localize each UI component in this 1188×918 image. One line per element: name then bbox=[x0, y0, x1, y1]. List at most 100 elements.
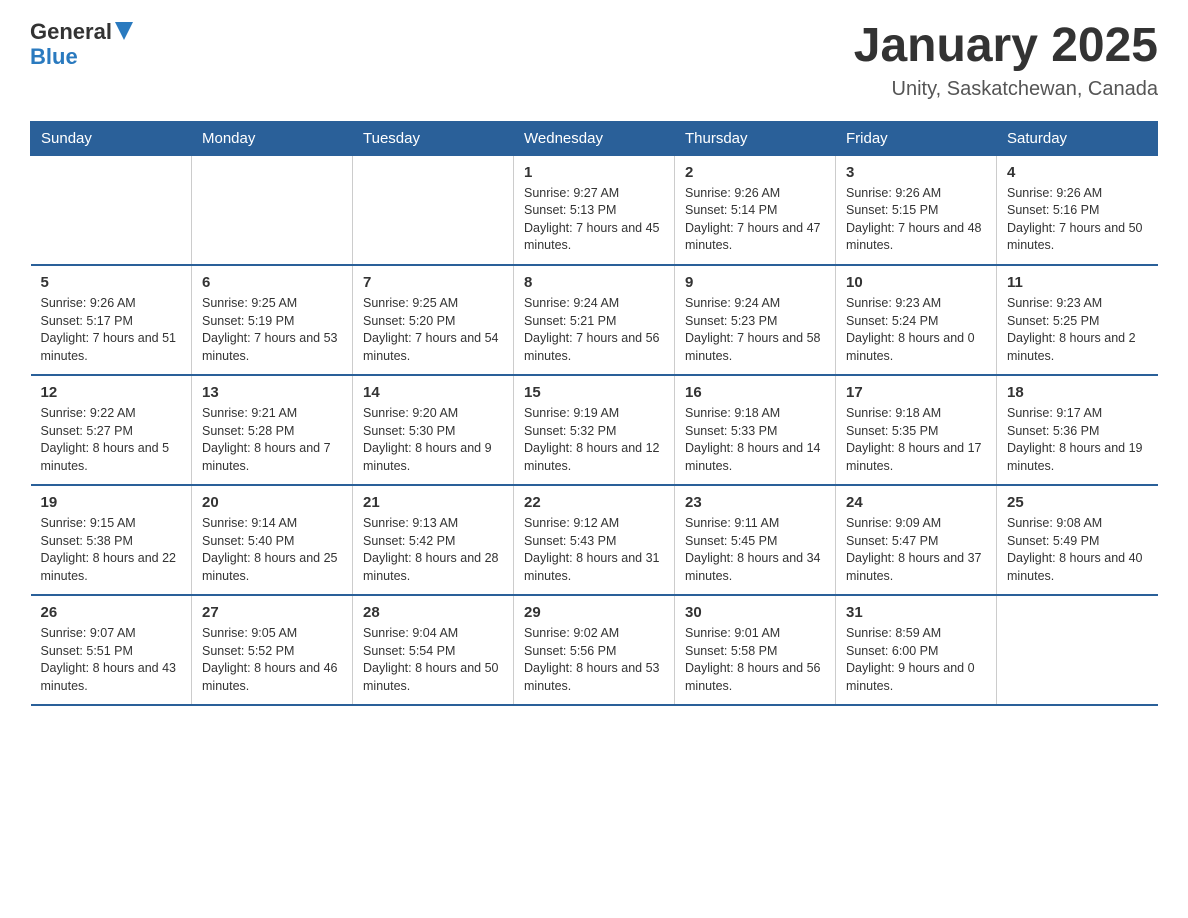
weekday-header-saturday: Saturday bbox=[997, 121, 1158, 155]
calendar-title: January 2025 bbox=[854, 20, 1158, 73]
calendar-table: SundayMondayTuesdayWednesdayThursdayFrid… bbox=[30, 121, 1158, 707]
day-cell-11: 11Sunrise: 9:23 AM Sunset: 5:25 PM Dayli… bbox=[997, 265, 1158, 375]
day-number-29: 29 bbox=[524, 604, 664, 621]
day-cell-21: 21Sunrise: 9:13 AM Sunset: 5:42 PM Dayli… bbox=[353, 485, 514, 595]
calendar-subtitle: Unity, Saskatchewan, Canada bbox=[854, 78, 1158, 101]
day-info-26: Sunrise: 9:07 AM Sunset: 5:51 PM Dayligh… bbox=[41, 625, 182, 695]
day-number-20: 20 bbox=[202, 494, 342, 511]
week-row-3: 12 Sunrise: 9:22 AM Sunset: 5:27 PM Dayli… bbox=[31, 375, 1158, 485]
day-info-7: Sunrise: 9:25 AM Sunset: 5:20 PM Dayligh… bbox=[363, 295, 503, 365]
day-number-7: 7 bbox=[363, 274, 503, 291]
day-number-12: 12 bbox=[41, 384, 182, 401]
day-number-19: 19 bbox=[41, 494, 182, 511]
logo-triangle-icon bbox=[115, 22, 133, 40]
day-number-3: 3 bbox=[846, 164, 986, 181]
day-info-8: Sunrise: 9:24 AM Sunset: 5:21 PM Dayligh… bbox=[524, 295, 664, 365]
weekday-header-tuesday: Tuesday bbox=[353, 121, 514, 155]
day-info-29: Sunrise: 9:02 AM Sunset: 5:56 PM Dayligh… bbox=[524, 625, 664, 695]
day-info-10: Sunrise: 9:23 AM Sunset: 5:24 PM Dayligh… bbox=[846, 295, 986, 365]
day-number-14: 14 bbox=[363, 384, 503, 401]
day-info-31: Sunrise: 8:59 AM Sunset: 6:00 PM Dayligh… bbox=[846, 625, 986, 695]
day-cell-20: 20 Sunrise: 9:14 AM Sunset: 5:40 PM Dayli… bbox=[192, 485, 353, 595]
weekday-header-sunday: Sunday bbox=[31, 121, 192, 155]
week-row-1: 1 Sunrise: 9:27 AM Sunset: 5:13 PM Daylig… bbox=[31, 155, 1158, 265]
day-number-13: 13 bbox=[202, 384, 342, 401]
weekday-header-row: SundayMondayTuesdayWednesdayThursdayFrid… bbox=[31, 121, 1158, 155]
day-cell-19: 19Sunrise: 9:15 AM Sunset: 5:38 PM Dayli… bbox=[31, 485, 192, 595]
day-number-28: 28 bbox=[363, 604, 503, 621]
day-info-30: Sunrise: 9:01 AM Sunset: 5:58 PM Dayligh… bbox=[685, 625, 825, 695]
day-info-18: Sunrise: 9:17 AM Sunset: 5:36 PM Dayligh… bbox=[1007, 405, 1148, 475]
day-cell-31: 31Sunrise: 8:59 AM Sunset: 6:00 PM Dayli… bbox=[836, 595, 997, 705]
day-number-27: 27 bbox=[202, 604, 342, 621]
page-header: General Blue January 2025 Unity, Saskatc… bbox=[30, 20, 1158, 101]
day-number-16: 16 bbox=[685, 384, 825, 401]
day-number-1: 1 bbox=[524, 164, 664, 181]
day-number-18: 18 bbox=[1007, 384, 1148, 401]
day-cell-25: 25Sunrise: 9:08 AM Sunset: 5:49 PM Dayli… bbox=[997, 485, 1158, 595]
day-cell-5: 5 Sunrise: 9:26 AM Sunset: 5:17 PM Daylig… bbox=[31, 265, 192, 375]
empty-cell bbox=[192, 155, 353, 265]
day-cell-13: 13Sunrise: 9:21 AM Sunset: 5:28 PM Dayli… bbox=[192, 375, 353, 485]
day-info-2: Sunrise: 9:26 AM Sunset: 5:14 PM Dayligh… bbox=[685, 185, 825, 255]
logo-blue: Blue bbox=[30, 44, 78, 69]
day-number-5: 5 bbox=[41, 274, 182, 291]
week-row-5: 26 Sunrise: 9:07 AM Sunset: 5:51 PM Dayli… bbox=[31, 595, 1158, 705]
day-cell-30: 30 Sunrise: 9:01 AM Sunset: 5:58 PM Dayli… bbox=[675, 595, 836, 705]
empty-cell bbox=[997, 595, 1158, 705]
day-info-25: Sunrise: 9:08 AM Sunset: 5:49 PM Dayligh… bbox=[1007, 515, 1148, 585]
calendar-header: SundayMondayTuesdayWednesdayThursdayFrid… bbox=[31, 121, 1158, 155]
day-cell-15: 15 Sunrise: 9:19 AM Sunset: 5:32 PM Dayli… bbox=[514, 375, 675, 485]
day-info-14: Sunrise: 9:20 AM Sunset: 5:30 PM Dayligh… bbox=[363, 405, 503, 475]
day-info-3: Sunrise: 9:26 AM Sunset: 5:15 PM Dayligh… bbox=[846, 185, 986, 255]
day-number-30: 30 bbox=[685, 604, 825, 621]
day-cell-3: 3 Sunrise: 9:26 AM Sunset: 5:15 PM Daylig… bbox=[836, 155, 997, 265]
day-cell-17: 17Sunrise: 9:18 AM Sunset: 5:35 PM Dayli… bbox=[836, 375, 997, 485]
day-info-22: Sunrise: 9:12 AM Sunset: 5:43 PM Dayligh… bbox=[524, 515, 664, 585]
logo-general: General bbox=[30, 20, 112, 44]
day-number-22: 22 bbox=[524, 494, 664, 511]
day-info-12: Sunrise: 9:22 AM Sunset: 5:27 PM Dayligh… bbox=[41, 405, 182, 475]
day-info-6: Sunrise: 9:25 AM Sunset: 5:19 PM Dayligh… bbox=[202, 295, 342, 365]
day-number-10: 10 bbox=[846, 274, 986, 291]
empty-cell bbox=[31, 155, 192, 265]
weekday-header-thursday: Thursday bbox=[675, 121, 836, 155]
weekday-header-wednesday: Wednesday bbox=[514, 121, 675, 155]
day-cell-28: 28 Sunrise: 9:04 AM Sunset: 5:54 PM Dayli… bbox=[353, 595, 514, 705]
day-number-6: 6 bbox=[202, 274, 342, 291]
day-number-23: 23 bbox=[685, 494, 825, 511]
day-cell-18: 18 Sunrise: 9:17 AM Sunset: 5:36 PM Dayli… bbox=[997, 375, 1158, 485]
day-cell-4: 4Sunrise: 9:26 AM Sunset: 5:16 PM Daylig… bbox=[997, 155, 1158, 265]
day-number-8: 8 bbox=[524, 274, 664, 291]
day-cell-7: 7 Sunrise: 9:25 AM Sunset: 5:20 PM Daylig… bbox=[353, 265, 514, 375]
day-cell-22: 22 Sunrise: 9:12 AM Sunset: 5:43 PM Dayli… bbox=[514, 485, 675, 595]
day-number-4: 4 bbox=[1007, 164, 1148, 181]
day-number-15: 15 bbox=[524, 384, 664, 401]
day-info-9: Sunrise: 9:24 AM Sunset: 5:23 PM Dayligh… bbox=[685, 295, 825, 365]
day-number-2: 2 bbox=[685, 164, 825, 181]
empty-cell bbox=[353, 155, 514, 265]
day-cell-14: 14 Sunrise: 9:20 AM Sunset: 5:30 PM Dayli… bbox=[353, 375, 514, 485]
day-info-5: Sunrise: 9:26 AM Sunset: 5:17 PM Dayligh… bbox=[41, 295, 182, 365]
day-info-17: Sunrise: 9:18 AM Sunset: 5:35 PM Dayligh… bbox=[846, 405, 986, 475]
title-section: January 2025 Unity, Saskatchewan, Canada bbox=[854, 20, 1158, 101]
day-info-1: Sunrise: 9:27 AM Sunset: 5:13 PM Dayligh… bbox=[524, 185, 664, 255]
day-info-24: Sunrise: 9:09 AM Sunset: 5:47 PM Dayligh… bbox=[846, 515, 986, 585]
day-cell-9: 9 Sunrise: 9:24 AM Sunset: 5:23 PM Daylig… bbox=[675, 265, 836, 375]
day-info-15: Sunrise: 9:19 AM Sunset: 5:32 PM Dayligh… bbox=[524, 405, 664, 475]
day-info-11: Sunrise: 9:23 AM Sunset: 5:25 PM Dayligh… bbox=[1007, 295, 1148, 365]
day-number-24: 24 bbox=[846, 494, 986, 511]
logo: General Blue bbox=[30, 20, 133, 69]
day-number-26: 26 bbox=[41, 604, 182, 621]
day-info-20: Sunrise: 9:14 AM Sunset: 5:40 PM Dayligh… bbox=[202, 515, 342, 585]
week-row-4: 19Sunrise: 9:15 AM Sunset: 5:38 PM Dayli… bbox=[31, 485, 1158, 595]
weekday-header-friday: Friday bbox=[836, 121, 997, 155]
day-number-9: 9 bbox=[685, 274, 825, 291]
day-info-27: Sunrise: 9:05 AM Sunset: 5:52 PM Dayligh… bbox=[202, 625, 342, 695]
day-cell-10: 10 Sunrise: 9:23 AM Sunset: 5:24 PM Dayli… bbox=[836, 265, 997, 375]
day-info-28: Sunrise: 9:04 AM Sunset: 5:54 PM Dayligh… bbox=[363, 625, 503, 695]
day-cell-16: 16Sunrise: 9:18 AM Sunset: 5:33 PM Dayli… bbox=[675, 375, 836, 485]
day-cell-6: 6 Sunrise: 9:25 AM Sunset: 5:19 PM Daylig… bbox=[192, 265, 353, 375]
day-info-21: Sunrise: 9:13 AM Sunset: 5:42 PM Dayligh… bbox=[363, 515, 503, 585]
day-cell-8: 8 Sunrise: 9:24 AM Sunset: 5:21 PM Daylig… bbox=[514, 265, 675, 375]
